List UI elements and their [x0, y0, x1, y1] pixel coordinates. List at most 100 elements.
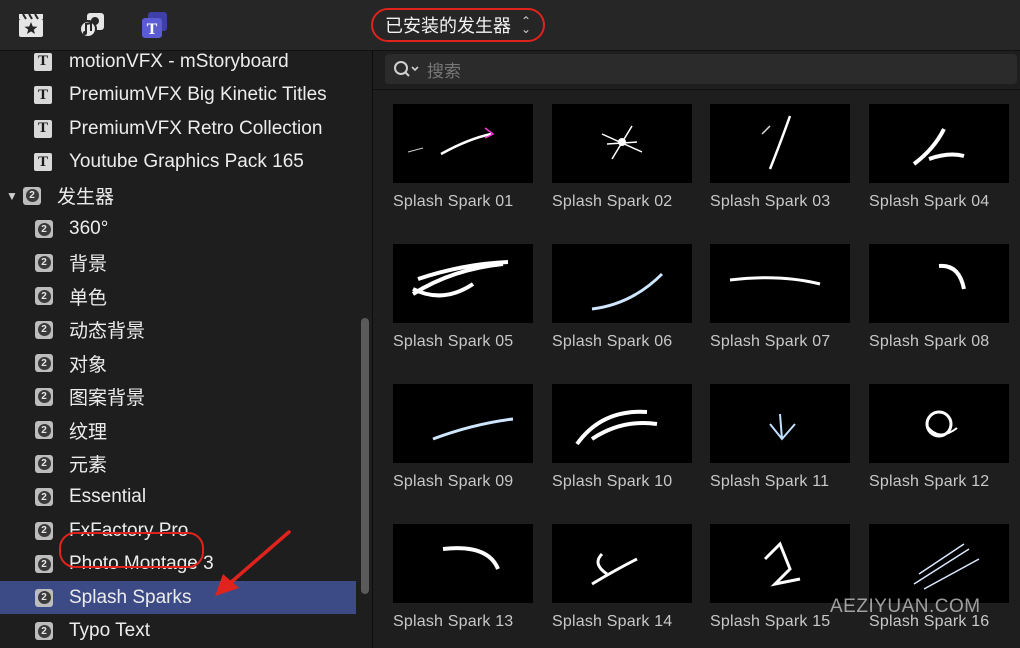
sidebar-item-label: Essential: [69, 486, 147, 507]
sidebar-item[interactable]: 2 Essential: [0, 481, 356, 514]
sidebar-item-label: PremiumVFX Big Kinetic Titles: [69, 84, 327, 105]
sidebar-item[interactable]: ▼ 2 发生器: [0, 179, 356, 212]
generator-icon: 2: [35, 253, 53, 272]
chevron-updown-icon: ⌃ ⌄: [520, 14, 532, 36]
sidebar-scrollbar[interactable]: [361, 318, 369, 594]
sidebar-item[interactable]: T PremiumVFX Retro Collection: [0, 112, 356, 145]
sidebar-item[interactable]: 2 动态背景: [0, 313, 356, 346]
tile-label: Splash Spark 15: [710, 613, 831, 630]
sidebar-item-label: Splash Sparks: [69, 586, 192, 608]
titles-generators-icon[interactable]: T: [139, 10, 169, 40]
tile-thumbnail: [393, 524, 533, 603]
title-icon: T: [34, 119, 52, 138]
generator-tile[interactable]: Splash Spark 13: [393, 524, 533, 631]
sidebar-item[interactable]: 2 对象: [0, 347, 356, 380]
clapper-star-icon[interactable]: [16, 10, 46, 40]
generator-tile[interactable]: Splash Spark 01: [393, 104, 533, 211]
generator-tile[interactable]: Splash Spark 09: [393, 384, 533, 491]
sidebar-item[interactable]: 2 背景: [0, 246, 356, 279]
sidebar-item-label: 对象: [69, 354, 108, 376]
sidebar-item-label: 背景: [69, 254, 108, 275]
tile-thumbnail: [869, 384, 1009, 463]
sidebar-item-label: Typo Text: [69, 620, 150, 641]
sidebar-item-label: 单色: [69, 287, 108, 309]
generators-title-popup[interactable]: 已安装的发生器 ⌃ ⌄: [371, 8, 545, 42]
tile-label: Splash Spark 01: [393, 193, 514, 210]
generator-tile[interactable]: Splash Spark 03: [710, 104, 850, 211]
divider: [373, 89, 1020, 90]
tile-label: Splash Spark 02: [552, 193, 673, 210]
generator-icon: 2: [35, 220, 53, 238]
generator-tile[interactable]: Splash Spark 15: [710, 524, 850, 631]
tile-label: Splash Spark 05: [393, 333, 514, 350]
sidebar-item-label: PremiumVFX Retro Collection: [69, 117, 323, 139]
sidebar-item-label: 纹理: [69, 421, 108, 443]
tile-thumbnail: [552, 524, 692, 603]
tile-label: Splash Spark 14: [552, 613, 673, 630]
tile-label: Splash Spark 13: [393, 613, 514, 630]
generator-tile[interactable]: Splash Spark 07: [710, 244, 850, 351]
generator-tile[interactable]: Splash Spark 02: [552, 104, 692, 211]
generator-browser: 搜索 Splash Spark 01 Splash Spark 02 Splash …: [373, 51, 1020, 648]
svg-text:T: T: [147, 21, 158, 38]
tile-thumbnail: [552, 384, 692, 463]
toolbar: T 已安装的发生器 ⌃ ⌄: [0, 0, 1020, 51]
generator-tile[interactable]: Splash Spark 10: [552, 384, 692, 491]
generator-icon: 2: [35, 354, 53, 372]
tile-thumbnail: [393, 244, 533, 323]
tile-label: Splash Spark 11: [710, 473, 830, 490]
generator-tile[interactable]: Splash Spark 11: [710, 384, 850, 491]
sidebar-item-label: 360°: [69, 218, 109, 239]
tile-label: Splash Spark 03: [710, 193, 831, 210]
generator-icon: 2: [35, 488, 53, 506]
music-photos-icon[interactable]: [77, 10, 107, 40]
generator-icon: 2: [35, 287, 53, 305]
sidebar-item[interactable]: 2 图案背景: [0, 380, 356, 413]
tile-thumbnail: [393, 384, 533, 463]
tile-label: Splash Spark 09: [393, 473, 514, 490]
generator-tile[interactable]: Splash Spark 12: [869, 384, 1009, 491]
sidebar-item-label: 图案背景: [69, 388, 146, 409]
sidebar-item-label: 发生器: [57, 187, 115, 208]
generator-icon: 2: [35, 387, 53, 406]
title-icon: T: [34, 52, 52, 71]
tile-label: Splash Spark 07: [710, 333, 831, 350]
sidebar-item[interactable]: 2 单色: [0, 280, 356, 313]
highlight-circle: [59, 532, 204, 568]
sidebar-item[interactable]: 2 Splash Sparks: [0, 581, 356, 614]
search-icon: [394, 61, 419, 77]
tile-label: Splash Spark 12: [869, 473, 990, 490]
sidebar-item-label: 动态背景: [69, 321, 146, 342]
tile-label: Splash Spark 04: [869, 193, 990, 210]
title-icon: T: [34, 153, 52, 171]
generator-icon: 2: [35, 521, 53, 540]
sidebar-item[interactable]: T Youtube Graphics Pack 165: [0, 146, 356, 179]
tile-label: Splash Spark 06: [552, 333, 673, 350]
sidebar-item[interactable]: 2 元素: [0, 447, 356, 480]
generator-icon: 2: [23, 186, 41, 205]
tile-thumbnail: [393, 104, 533, 183]
sidebar-item[interactable]: T PremiumVFX Big Kinetic Titles: [0, 79, 356, 112]
tile-thumbnail: [552, 244, 692, 323]
disclosure-triangle-icon[interactable]: ▼: [6, 189, 18, 203]
generator-icon: 2: [35, 555, 53, 573]
generator-tile[interactable]: Splash Spark 04: [869, 104, 1009, 211]
generator-tile[interactable]: Splash Spark 06: [552, 244, 692, 351]
sidebar-item[interactable]: 2 Typo Text: [0, 615, 356, 648]
generator-tile[interactable]: Splash Spark 14: [552, 524, 692, 631]
sidebar-item-label: motionVFX - mStoryboard: [69, 51, 289, 72]
sidebar-item[interactable]: 2 纹理: [0, 414, 356, 447]
search-field[interactable]: 搜索: [385, 54, 1017, 84]
sidebar-item[interactable]: 2 360°: [0, 213, 356, 246]
generator-tile[interactable]: Splash Spark 08: [869, 244, 1009, 351]
search-placeholder: 搜索: [427, 61, 461, 81]
generator-icon: 2: [35, 320, 53, 339]
popup-title: 已安装的发生器: [384, 16, 511, 36]
generator-icon: 2: [35, 454, 53, 473]
generator-tile[interactable]: Splash Spark 05: [393, 244, 533, 351]
tile-label: Splash Spark 08: [869, 333, 990, 350]
annotation-arrow: [215, 530, 291, 596]
sidebar-item[interactable]: TmotionVFX - mStoryboard: [0, 51, 356, 78]
tile-thumbnail: [710, 524, 850, 603]
generator-icon: 2: [35, 421, 53, 439]
